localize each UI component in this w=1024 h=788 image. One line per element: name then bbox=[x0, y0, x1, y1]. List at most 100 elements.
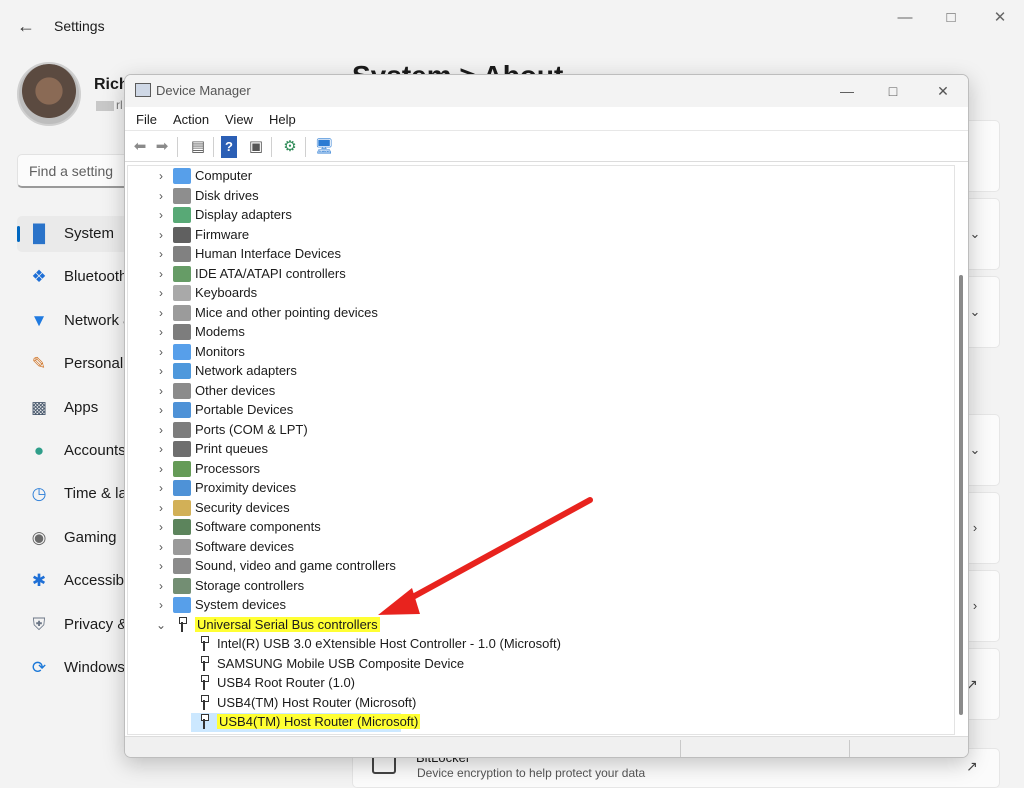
expand-chevron-icon[interactable]: › bbox=[155, 267, 167, 281]
back-arrow-icon[interactable]: ← bbox=[14, 14, 38, 38]
close-icon[interactable]: ✕ bbox=[988, 8, 1012, 28]
tree-category[interactable]: › Ports (COM & LPT) bbox=[128, 421, 948, 440]
expand-chevron-icon[interactable]: › bbox=[155, 403, 167, 417]
expand-chevron-icon[interactable]: › bbox=[155, 208, 167, 222]
forward-icon[interactable]: ➡ bbox=[151, 136, 173, 158]
expand-chevron-icon[interactable]: › bbox=[155, 520, 167, 534]
tree-category[interactable]: › Processors bbox=[128, 460, 948, 479]
maximize-icon[interactable]: □ bbox=[881, 81, 905, 101]
settings-title: Settings bbox=[54, 18, 105, 34]
usb-icon bbox=[200, 655, 209, 672]
expand-chevron-icon[interactable]: › bbox=[155, 325, 167, 339]
expand-chevron-icon[interactable]: › bbox=[155, 306, 167, 320]
expand-chevron-icon[interactable]: › bbox=[155, 169, 167, 183]
tree-category-label: Computer bbox=[195, 168, 253, 183]
update-driver-icon[interactable]: ⚙ bbox=[279, 136, 301, 158]
tree-category[interactable]: › Firmware bbox=[128, 226, 948, 245]
tree-category[interactable]: › Print queues bbox=[128, 440, 948, 459]
tree-category-label: Processors bbox=[195, 460, 261, 476]
tree-category-label: Portable Devices bbox=[195, 402, 294, 417]
avatar[interactable] bbox=[17, 62, 81, 126]
chevron-right-icon: › bbox=[972, 520, 978, 535]
close-icon[interactable]: ✕ bbox=[931, 81, 955, 101]
processor-icon bbox=[173, 460, 191, 477]
tree-category[interactable]: › Monitors bbox=[128, 343, 948, 362]
menu-action[interactable]: Action bbox=[173, 112, 209, 127]
settings-titlebar: ← Settings — □ ✕ bbox=[0, 0, 1024, 54]
keyboard-icon bbox=[173, 285, 191, 301]
collapse-chevron-icon[interactable]: ⌄ bbox=[155, 618, 167, 632]
usb-device-label: USB4 Root Router (1.0) bbox=[217, 675, 356, 690]
tree-category-label: Modems bbox=[195, 324, 245, 339]
show-hide-tree-icon[interactable]: ▣ bbox=[245, 136, 267, 158]
expand-chevron-icon[interactable]: › bbox=[155, 501, 167, 515]
usb-device-item[interactable]: SAMSUNG Mobile USB Composite Device bbox=[128, 655, 948, 674]
expand-chevron-icon[interactable]: › bbox=[155, 247, 167, 261]
tree-category-label: Disk drives bbox=[195, 187, 259, 203]
expand-chevron-icon[interactable]: › bbox=[155, 540, 167, 554]
tree-category[interactable]: › Proximity devices bbox=[128, 479, 948, 498]
expand-chevron-icon[interactable]: › bbox=[155, 442, 167, 456]
tree-category[interactable]: › Storage controllers bbox=[128, 577, 948, 596]
tree-category[interactable]: › IDE ATA/ATAPI controllers bbox=[128, 265, 948, 284]
tree-category[interactable]: › Computer bbox=[128, 167, 948, 186]
minimize-icon[interactable]: — bbox=[893, 8, 917, 28]
expand-chevron-icon[interactable]: › bbox=[155, 189, 167, 203]
expand-chevron-icon[interactable]: › bbox=[155, 345, 167, 359]
properties-icon[interactable]: ▤ bbox=[187, 136, 209, 158]
minimize-icon[interactable]: — bbox=[835, 81, 859, 101]
tree-category[interactable]: › Modems bbox=[128, 323, 948, 342]
usb-device-item[interactable]: USB4 Root Router (1.0) bbox=[128, 674, 948, 693]
expand-chevron-icon[interactable]: › bbox=[155, 423, 167, 437]
vertical-scrollbar[interactable] bbox=[955, 165, 967, 735]
device-manager-title: Device Manager bbox=[156, 83, 251, 98]
expand-chevron-icon[interactable]: › bbox=[155, 384, 167, 398]
security-device-icon bbox=[173, 499, 191, 516]
tree-category[interactable]: › Display adapters bbox=[128, 206, 948, 225]
back-icon[interactable]: ⬅ bbox=[129, 136, 151, 158]
tree-category[interactable]: › Human Interface Devices bbox=[128, 245, 948, 264]
chevron-right-icon: › bbox=[972, 598, 978, 613]
expand-chevron-icon[interactable]: › bbox=[155, 364, 167, 378]
expand-chevron-icon[interactable]: › bbox=[155, 559, 167, 573]
speaker-icon bbox=[173, 558, 191, 574]
tree-category[interactable]: › Software devices bbox=[128, 538, 948, 557]
tree-category[interactable]: › Keyboards bbox=[128, 284, 948, 303]
usb-device-item[interactable]: Intel(R) USB 3.0 eXtensible Host Control… bbox=[128, 635, 948, 654]
usb-icon bbox=[178, 616, 187, 633]
toolbar-separator bbox=[177, 137, 178, 157]
monitor-icon bbox=[173, 343, 191, 360]
tree-category[interactable]: › Security devices bbox=[128, 499, 948, 518]
expand-chevron-icon[interactable]: › bbox=[155, 228, 167, 242]
menu-file[interactable]: File bbox=[136, 112, 157, 127]
tree-category[interactable]: › Mice and other pointing devices bbox=[128, 304, 948, 323]
maximize-icon[interactable]: □ bbox=[939, 8, 963, 28]
expand-chevron-icon[interactable]: › bbox=[155, 598, 167, 612]
usb-device-item[interactable]: USB4(TM) Host Router (Microsoft) bbox=[128, 713, 948, 732]
usb-device-item[interactable]: USB4(TM) Host Router (Microsoft) bbox=[128, 694, 948, 713]
scan-hardware-icon[interactable]: 🖥 bbox=[313, 136, 335, 158]
shield-icon: ⛨ bbox=[32, 614, 46, 634]
expand-chevron-icon[interactable]: › bbox=[155, 579, 167, 593]
tree-category[interactable]: › Sound, video and game controllers bbox=[128, 557, 948, 576]
help-icon[interactable]: ? bbox=[221, 136, 237, 158]
tree-category[interactable]: › Software components bbox=[128, 518, 948, 537]
menu-view[interactable]: View bbox=[225, 112, 253, 127]
tree-category[interactable]: › Disk drives bbox=[128, 187, 948, 206]
tree-category-label: Software devices bbox=[195, 538, 294, 554]
tree-category[interactable]: › System devices bbox=[128, 596, 948, 615]
printer-icon bbox=[173, 441, 191, 457]
tree-category[interactable]: › Portable Devices bbox=[128, 401, 948, 420]
expand-chevron-icon[interactable]: › bbox=[155, 481, 167, 495]
tree-category[interactable]: ⌄ Universal Serial Bus controllers bbox=[128, 616, 948, 635]
expand-chevron-icon[interactable]: › bbox=[155, 286, 167, 300]
tree-category[interactable]: › Other devices bbox=[128, 382, 948, 401]
other-devices-icon bbox=[173, 382, 191, 399]
tree-category[interactable]: › Network adapters bbox=[128, 362, 948, 381]
scrollbar-thumb[interactable] bbox=[959, 275, 963, 715]
tree-category-label: Keyboards bbox=[195, 285, 258, 300]
expand-chevron-icon[interactable]: › bbox=[155, 462, 167, 476]
tree-category-label: IDE ATA/ATAPI controllers bbox=[195, 265, 346, 281]
device-manager-titlebar[interactable]: Device Manager — □ ✕ bbox=[125, 75, 968, 107]
menu-help[interactable]: Help bbox=[269, 112, 296, 127]
